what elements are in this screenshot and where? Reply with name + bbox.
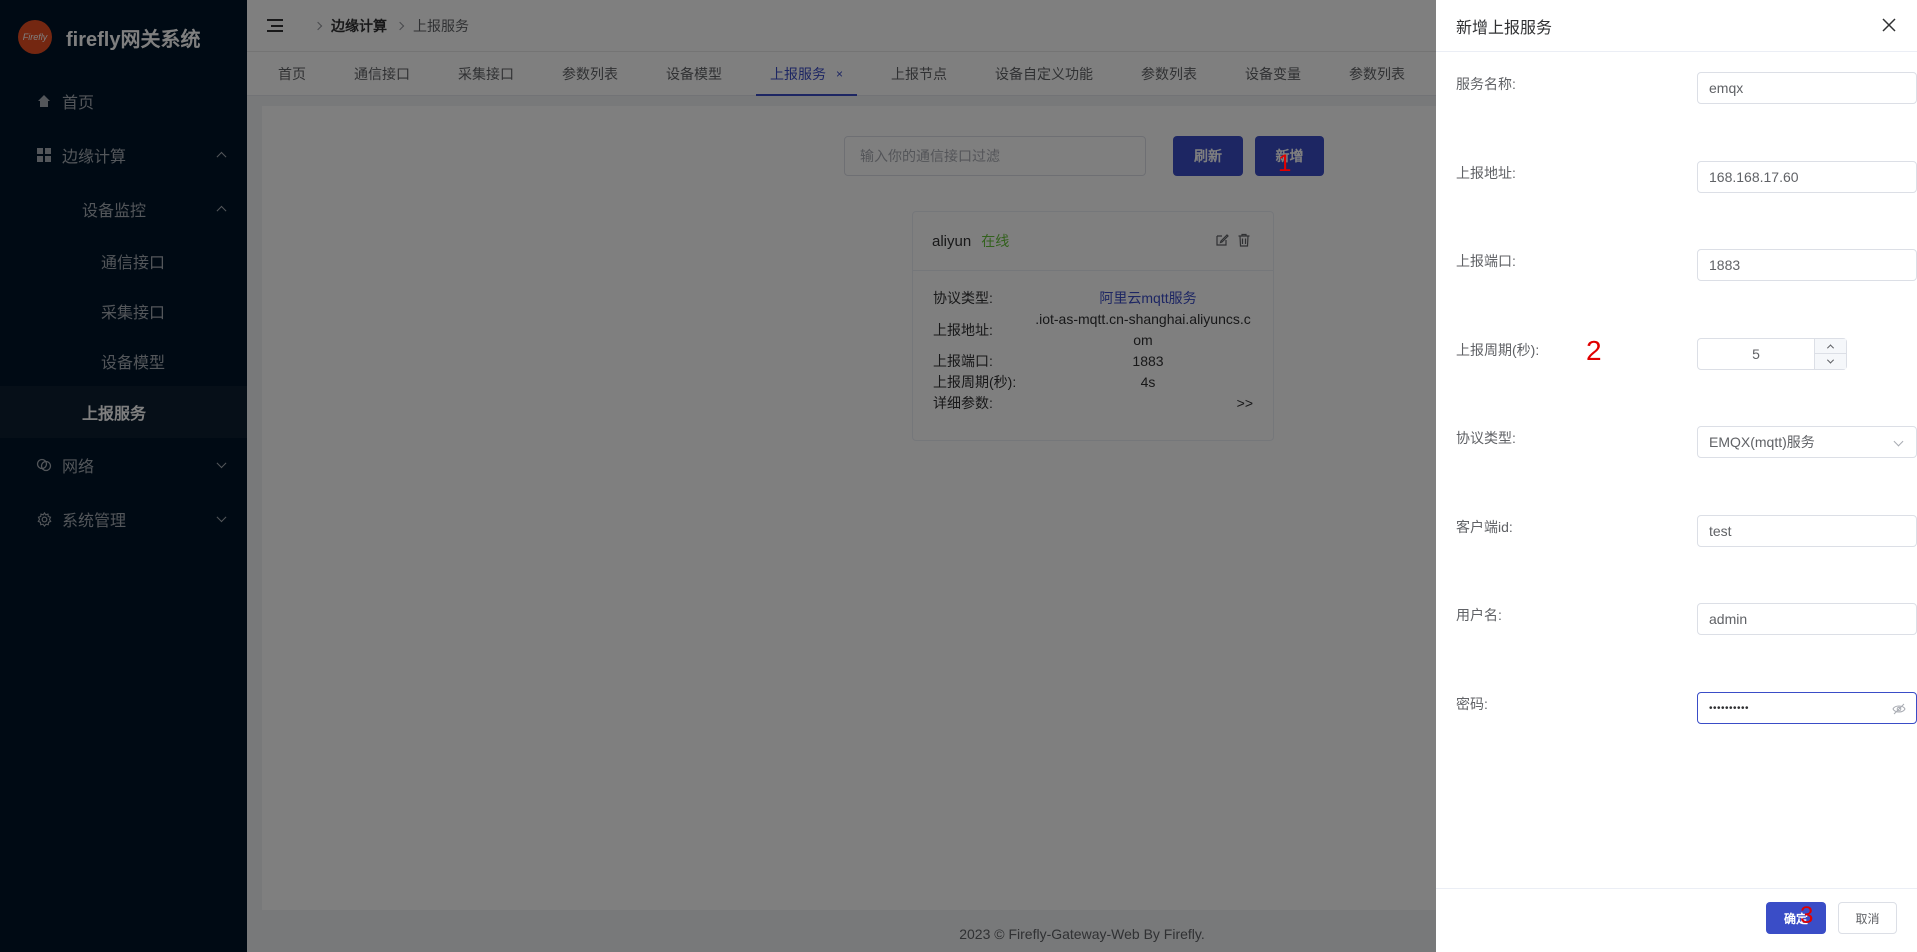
drawer-footer: 确定 取消 <box>1436 888 1917 952</box>
eye-icon[interactable] <box>1892 702 1906 718</box>
form-label: 服务名称: <box>1456 76 1516 92</box>
stepper-controls <box>1814 339 1846 369</box>
chevron-down-icon <box>1893 436 1904 447</box>
protocol-select[interactable]: EMQX(mqtt)服务 <box>1697 426 1917 458</box>
stepper-value: 5 <box>1752 346 1760 362</box>
form-row-address: 上报地址: 168.168.17.60 <box>1456 161 1917 193</box>
annotation-marker: 1 <box>1278 150 1292 177</box>
close-icon[interactable] <box>1881 17 1897 33</box>
password-input[interactable]: •••••••••• <box>1697 692 1917 724</box>
form-label: 用户名: <box>1456 607 1502 623</box>
stepper-decrease-icon[interactable] <box>1815 354 1846 369</box>
form-row-service-name: 服务名称: emqx <box>1456 72 1917 104</box>
port-input[interactable]: 1883 <box>1697 249 1917 281</box>
form-row-username: 用户名: admin <box>1456 603 1917 635</box>
form-label: 客户端id: <box>1456 519 1513 535</box>
cancel-button[interactable]: 取消 <box>1838 902 1897 934</box>
form-row-protocol: 协议类型: EMQX(mqtt)服务 <box>1456 426 1917 458</box>
form-label: 上报周期(秒): <box>1456 342 1540 358</box>
service-name-input[interactable]: emqx <box>1697 72 1917 104</box>
form-label: 协议类型: <box>1456 430 1516 446</box>
drawer-title: 新增上报服务 <box>1456 19 1553 37</box>
select-value: EMQX(mqtt)服务 <box>1709 434 1815 450</box>
client-id-input[interactable]: test <box>1697 515 1917 547</box>
confirm-button[interactable]: 确定 <box>1766 902 1826 934</box>
form-row-period: 上报周期(秒): 5 <box>1456 338 1897 370</box>
address-input[interactable]: 168.168.17.60 <box>1697 161 1917 193</box>
form-label: 上报端口: <box>1456 253 1516 269</box>
password-mask: •••••••••• <box>1709 702 1750 714</box>
annotation-marker: 3 <box>1800 902 1814 929</box>
username-input[interactable]: admin <box>1697 603 1917 635</box>
form-row-password: 密码: •••••••••• <box>1456 692 1917 724</box>
drawer-header: 新增上报服务 <box>1436 0 1917 52</box>
annotation-marker: 2 <box>1586 335 1602 366</box>
form-row-port: 上报端口: 1883 <box>1456 249 1917 281</box>
form-label: 密码: <box>1456 696 1488 712</box>
form-row-client-id: 客户端id: test <box>1456 515 1917 547</box>
stepper-increase-icon[interactable] <box>1815 339 1846 354</box>
add-service-drawer: 新增上报服务 服务名称: emqx 上报地址: 168.168.17.60 上报… <box>1436 0 1917 952</box>
period-stepper[interactable]: 5 <box>1697 338 1847 370</box>
form-label: 上报地址: <box>1456 165 1516 181</box>
